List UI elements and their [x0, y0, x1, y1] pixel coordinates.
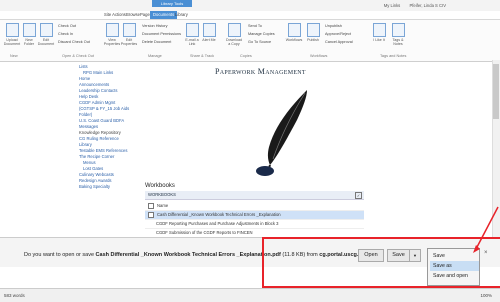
ribbon: Upload Document New Folder Edit Document…	[0, 19, 500, 62]
user-name[interactable]: Pfeifer, Linda S CIV	[409, 3, 446, 8]
workflows-button[interactable]: Workflows	[285, 23, 303, 42]
upload-document-button[interactable]: Upload Document	[3, 23, 21, 46]
download-icon	[227, 23, 241, 37]
download-copy-button[interactable]: Download a Copy	[225, 23, 243, 46]
new-folder-button[interactable]: New Folder	[20, 23, 38, 46]
unpublish-item[interactable]: Unpublish	[325, 24, 342, 28]
like-icon	[372, 23, 386, 37]
column-header-row: Name	[145, 202, 364, 211]
workflow-icon	[287, 23, 301, 37]
table-row[interactable]: CGDF Reporting Purchases and Purchase Ad…	[145, 220, 364, 229]
status-bar: 583 words 100%	[0, 288, 500, 302]
library-tools-label: Library Tools	[152, 0, 192, 7]
check-in-item[interactable]: Check In	[58, 32, 73, 36]
edit-properties-icon	[122, 23, 136, 37]
group-copies: Copies	[240, 54, 252, 58]
group-new: New	[10, 54, 18, 58]
view-selector[interactable]: WORKBOOKS ✓	[145, 191, 364, 200]
manage-copies-item[interactable]: Manage Copies	[248, 32, 275, 36]
table-row[interactable]: Cash Differential _Known Workbook Techni…	[145, 211, 364, 220]
tab-library[interactable]: Library	[175, 11, 188, 19]
group-open-checkout: Open & Check Out	[62, 54, 94, 58]
workbooks-title: Workbooks	[145, 183, 175, 189]
row-checkbox[interactable]	[148, 211, 154, 218]
tab-site-actions[interactable]: Site Actions	[104, 11, 126, 19]
delete-document-item[interactable]: Delete Document	[142, 40, 171, 44]
alert-me-button[interactable]: Alert Me	[200, 23, 218, 42]
user-area: My Links Pfeifer, Linda S CIV	[376, 3, 446, 8]
group-tags-notes: Tags and Notes	[380, 54, 407, 58]
ql-uscg-messages[interactable]: U.S. Coast Guard BDFA Messages	[79, 118, 131, 130]
tab-documents[interactable]: Documents	[150, 11, 178, 19]
ql-cgdf-admin[interactable]: CGDF Admin Mgmt (CGTSP & FY_15 Job Aids …	[79, 100, 131, 118]
my-links[interactable]: My Links	[384, 3, 401, 8]
cancel-approval-item[interactable]: Cancel Approval	[325, 40, 353, 44]
upload-icon	[5, 23, 19, 37]
annotation-arrow	[473, 206, 499, 253]
i-like-it-button[interactable]: I Like It	[370, 23, 388, 42]
group-share-track: Share & Track	[190, 54, 215, 58]
publish-icon	[306, 23, 320, 37]
send-to-item[interactable]: Send To	[248, 24, 262, 28]
approve-reject-item[interactable]: Approve/Reject	[325, 32, 351, 36]
tags-notes-button[interactable]: Tags & Notes	[389, 23, 407, 46]
edit-properties-button[interactable]: Edit Properties	[120, 23, 138, 46]
group-workflows: Workflows	[310, 54, 328, 58]
bell-icon	[202, 23, 216, 37]
tab-browse[interactable]: Browse	[126, 11, 140, 19]
check-out-item[interactable]: Check Out	[58, 24, 76, 28]
folder-icon	[22, 23, 36, 37]
group-manage: Manage	[148, 54, 162, 58]
view-checkbox-icon[interactable]: ✓	[355, 192, 362, 199]
highlight-box	[262, 237, 500, 288]
properties-icon	[105, 23, 119, 37]
scroll-thumb[interactable]	[493, 64, 499, 119]
column-name-label: Name	[157, 203, 169, 208]
ql-ruling-library[interactable]: CG Ruling Reference Library	[79, 136, 131, 148]
edit-document-button[interactable]: Edit Document	[37, 23, 55, 46]
tag-icon	[391, 23, 405, 37]
zoom-level[interactable]: 100%	[480, 293, 492, 298]
go-to-source-item[interactable]: Go To Source	[248, 40, 271, 44]
download-filename: Cash Differential _Known Workbook Techni…	[95, 252, 281, 258]
email-link-button[interactable]: E-mail a Link	[183, 23, 201, 46]
view-properties-button[interactable]: View Properties	[103, 23, 121, 46]
discard-checkout-item[interactable]: Discard Check Out	[58, 40, 90, 44]
word-count: 583 words	[4, 293, 25, 298]
version-history-item[interactable]: Version History	[142, 24, 168, 28]
edit-doc-icon	[39, 23, 53, 37]
select-all-checkbox[interactable]	[148, 202, 154, 209]
quick-launch: Lists RPG Main Links Home Announcements …	[79, 64, 131, 190]
email-icon	[185, 23, 199, 37]
tab-page[interactable]: Page	[140, 11, 150, 19]
quill-logo	[256, 90, 307, 176]
ql-baking-specialty[interactable]: Baking Specialty	[79, 184, 131, 190]
document-permissions-item[interactable]: Document Permissions	[142, 32, 181, 36]
page-title: Paperwork Management	[215, 67, 306, 76]
publish-button[interactable]: Publish	[304, 23, 322, 42]
